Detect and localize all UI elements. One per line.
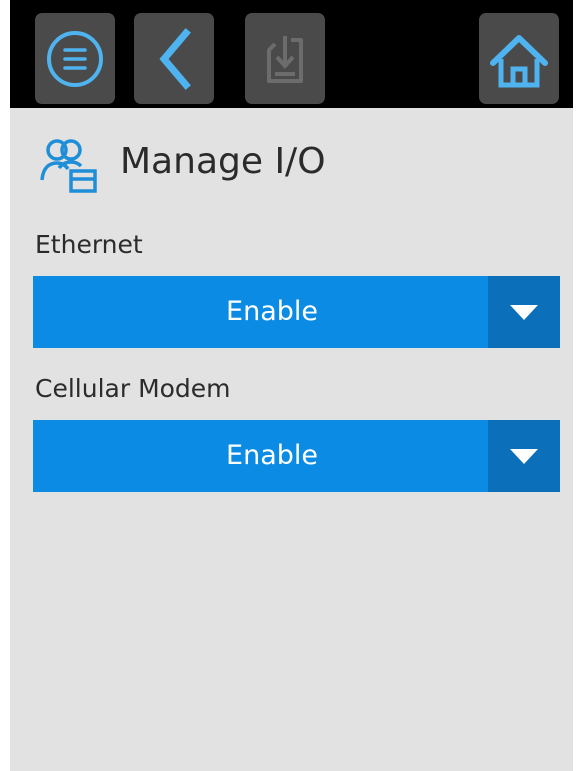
cellular-modem-dropdown-toggle[interactable] — [488, 420, 560, 492]
cellular-modem-dropdown[interactable]: Enable — [33, 420, 560, 492]
ethernet-dropdown-value: Enable — [226, 296, 318, 327]
save-button[interactable] — [245, 13, 325, 104]
caret-down-icon — [510, 449, 538, 464]
page-header: Manage I/O — [35, 135, 555, 195]
ethernet-dropdown[interactable]: Enable — [33, 276, 560, 348]
device-screen: Manage I/O Ethernet Enable Cellular Mode… — [10, 0, 573, 771]
top-toolbar — [10, 0, 573, 108]
chevron-left-icon — [159, 28, 191, 90]
home-icon — [490, 35, 548, 88]
page-title: Manage I/O — [120, 141, 326, 182]
cellular-modem-dropdown-value: Enable — [226, 440, 318, 471]
users-manage-icon — [40, 139, 97, 193]
save-download-icon — [267, 36, 303, 83]
back-button[interactable] — [134, 13, 214, 104]
caret-down-icon — [510, 305, 538, 320]
menu-circle-icon — [47, 31, 103, 87]
ethernet-label: Ethernet — [35, 230, 143, 259]
home-button[interactable] — [479, 13, 559, 104]
menu-button[interactable] — [35, 13, 115, 104]
ethernet-dropdown-toggle[interactable] — [488, 276, 560, 348]
cellular-modem-label: Cellular Modem — [35, 374, 231, 403]
